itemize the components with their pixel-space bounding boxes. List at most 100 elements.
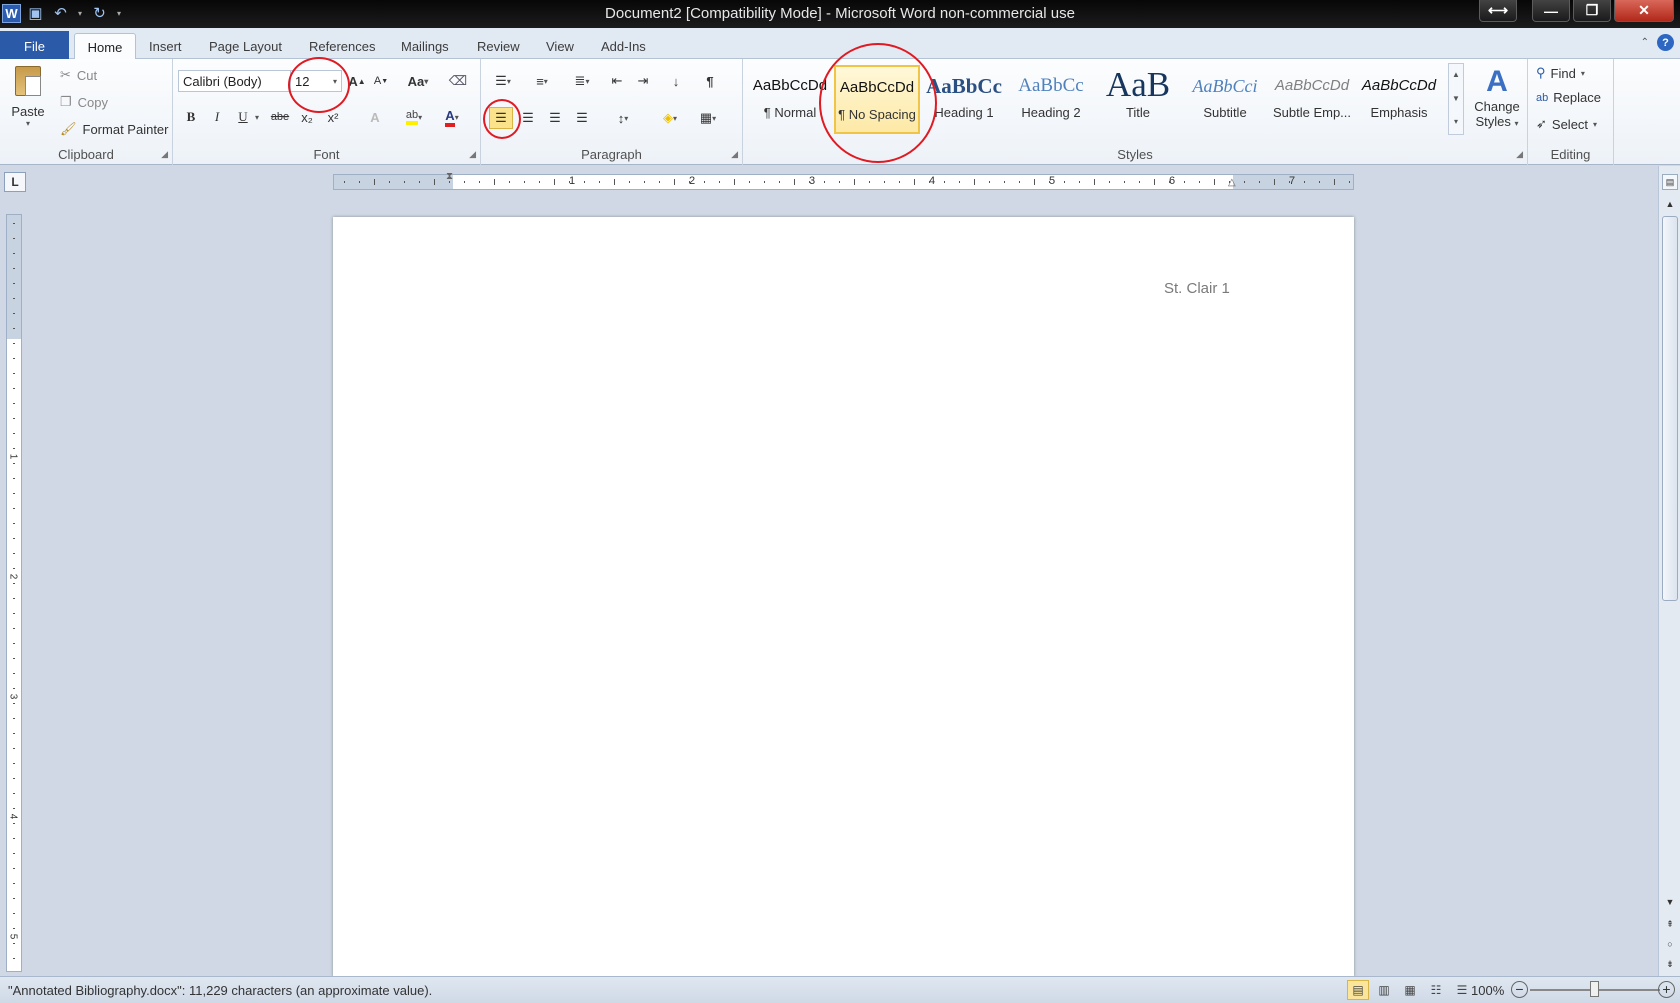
view-ruler-icon[interactable]: ▤ — [1662, 174, 1678, 190]
multilevel-list-button[interactable]: ≣ ▾ — [565, 70, 599, 92]
draft-icon[interactable]: ☰ — [1451, 980, 1473, 1000]
styles-gallery-scroll[interactable]: ▲ ▼ ▾ — [1448, 63, 1464, 135]
ruler-tick — [13, 643, 15, 644]
line-spacing-button[interactable]: ↕ ▾ — [606, 107, 640, 129]
document-page[interactable]: St. Clair 1 — [333, 217, 1354, 977]
gallery-down-icon[interactable]: ▼ — [1449, 88, 1463, 112]
text-effects-icon[interactable]: A — [363, 106, 387, 128]
tab-file[interactable]: File — [0, 31, 69, 59]
highlight-color-button[interactable]: ab ▾ — [397, 106, 431, 128]
restore-button[interactable]: ❐ — [1573, 0, 1611, 22]
borders-button[interactable]: ▦ ▾ — [691, 107, 725, 129]
bullets-button[interactable]: ☰ ▾ — [486, 70, 520, 92]
find-button[interactable]: ⚲ Find ▾ — [1536, 65, 1585, 81]
underline-dropdown-icon[interactable]: ▾ — [251, 106, 263, 128]
decrease-indent-icon[interactable]: ⇤ — [605, 70, 629, 92]
change-case-button[interactable]: Aa ▾ — [402, 70, 434, 92]
tab-insert[interactable]: Insert — [149, 33, 182, 59]
ruler-tick — [13, 403, 15, 404]
clear-formatting-icon[interactable]: ⌫ — [446, 70, 470, 92]
font-color-button[interactable]: A ▾ — [435, 106, 469, 128]
scroll-up-icon[interactable]: ▲ — [1662, 196, 1678, 212]
strikethrough-button[interactable]: abe — [266, 106, 294, 128]
ruler-tick — [13, 583, 15, 584]
style-subtitle[interactable]: AaBbCci Subtitle — [1182, 65, 1268, 134]
style-emphasis[interactable]: AaBbCcDd Emphasis — [1356, 65, 1442, 134]
ruler-tick — [989, 181, 990, 183]
style-title[interactable]: AaB Title — [1095, 65, 1181, 134]
ruler-tick — [794, 179, 795, 185]
ruler-tick — [1274, 179, 1275, 185]
ruler-tick — [13, 958, 15, 959]
tab-references[interactable]: References — [309, 33, 375, 59]
style-heading-2[interactable]: AaBbCc Heading 2 — [1008, 65, 1094, 134]
sort-icon[interactable]: ↓ — [664, 70, 688, 92]
paste-button[interactable]: Paste ▾ — [8, 63, 48, 135]
show-formatting-marks-button[interactable]: ¶ — [698, 70, 722, 92]
style-subtle-emphasis[interactable]: AaBbCcDd Subtle Emp... — [1269, 65, 1355, 134]
bold-button[interactable]: B — [179, 106, 203, 128]
increase-indent-icon[interactable]: ⇥ — [631, 70, 655, 92]
minimize-ribbon-icon[interactable]: ⌃ — [1641, 37, 1649, 48]
copy-label: Copy — [77, 94, 109, 110]
ruler-tick — [884, 181, 885, 183]
web-layout-icon[interactable]: ▦ — [1399, 980, 1421, 1000]
ruler-tick — [13, 283, 15, 284]
binoculars-icon: ⚲ — [1536, 65, 1546, 80]
copy-button[interactable]: ❐ Copy — [60, 94, 108, 110]
align-right-icon[interactable]: ☰ — [543, 107, 567, 129]
gallery-more-icon[interactable]: ▾ — [1449, 112, 1463, 134]
vertical-ruler[interactable]: 1 2 3 4 5 — [6, 214, 22, 972]
zoom-slider-thumb[interactable] — [1590, 981, 1599, 997]
tab-selector[interactable]: L — [4, 172, 26, 192]
italic-button[interactable]: I — [205, 106, 229, 128]
zoom-in-button[interactable]: + — [1658, 981, 1675, 998]
next-page-icon[interactable]: ⇟ — [1662, 956, 1678, 972]
scrollbar-thumb[interactable] — [1662, 216, 1678, 601]
tab-page-layout[interactable]: Page Layout — [209, 33, 282, 59]
close-button[interactable]: ✕ — [1614, 0, 1674, 22]
shading-button[interactable]: ◈ ▾ — [653, 107, 687, 129]
shrink-font-button[interactable]: A ▼ — [369, 70, 393, 92]
full-screen-reading-icon[interactable]: ▥ — [1373, 980, 1395, 1000]
styles-launcher-icon[interactable]: ◢ — [1516, 149, 1523, 160]
print-layout-icon[interactable]: ▤ — [1347, 980, 1369, 1000]
zoom-out-button[interactable]: − — [1511, 981, 1528, 998]
minimize-button[interactable]: — — [1532, 0, 1570, 22]
justify-icon[interactable]: ☰ — [570, 107, 594, 129]
font-launcher-icon[interactable]: ◢ — [469, 149, 476, 160]
resize-arrows-icon[interactable]: ⟷ — [1479, 0, 1517, 22]
paragraph-launcher-icon[interactable]: ◢ — [731, 149, 738, 160]
ruler-tick — [13, 373, 15, 374]
vertical-scrollbar[interactable]: ▤ ▲ ▼ ⇞ ○ ⇟ — [1658, 166, 1680, 976]
clipboard-launcher-icon[interactable]: ◢ — [161, 149, 168, 160]
help-icon[interactable]: ? — [1657, 34, 1674, 51]
ruler-tick — [1124, 181, 1125, 183]
previous-page-icon[interactable]: ⇞ — [1662, 916, 1678, 932]
select-button[interactable]: ➶ Select ▾ — [1536, 116, 1597, 132]
ruler-tick — [13, 868, 15, 869]
change-styles-button[interactable]: A Change Styles ▾ — [1469, 65, 1525, 145]
ruler-tick — [13, 823, 15, 824]
ruler-tick — [584, 181, 585, 183]
format-painter-button[interactable]: 🖌 Format Painter — [60, 121, 169, 137]
cut-button[interactable]: ✂ Cut — [60, 67, 97, 83]
horizontal-ruler[interactable]: 1 2 3 4 5 6 7 ⧗ △ — [333, 171, 1354, 190]
replace-button[interactable]: ab Replace — [1536, 90, 1601, 105]
zoom-level[interactable]: 100% — [1471, 983, 1504, 998]
browse-object-icon[interactable]: ○ — [1662, 936, 1678, 952]
tab-home[interactable]: Home — [74, 33, 136, 59]
numbering-button[interactable]: ≡ ▾ — [525, 70, 559, 92]
tab-view[interactable]: View — [546, 33, 574, 59]
page-header-text[interactable]: St. Clair 1 — [1164, 280, 1230, 297]
ruler-tick — [569, 181, 570, 183]
ruler-tick — [434, 179, 435, 185]
gallery-up-icon[interactable]: ▲ — [1449, 64, 1463, 88]
tab-add-ins[interactable]: Add-Ins — [601, 33, 646, 59]
tab-mailings[interactable]: Mailings — [401, 33, 449, 59]
ruler-tick — [344, 181, 345, 183]
outline-icon[interactable]: ☷ — [1425, 980, 1447, 1000]
scroll-down-icon[interactable]: ▼ — [1662, 894, 1678, 910]
tab-review[interactable]: Review — [477, 33, 520, 59]
font-name-dropdown[interactable]: Calibri (Body) — [178, 70, 291, 92]
